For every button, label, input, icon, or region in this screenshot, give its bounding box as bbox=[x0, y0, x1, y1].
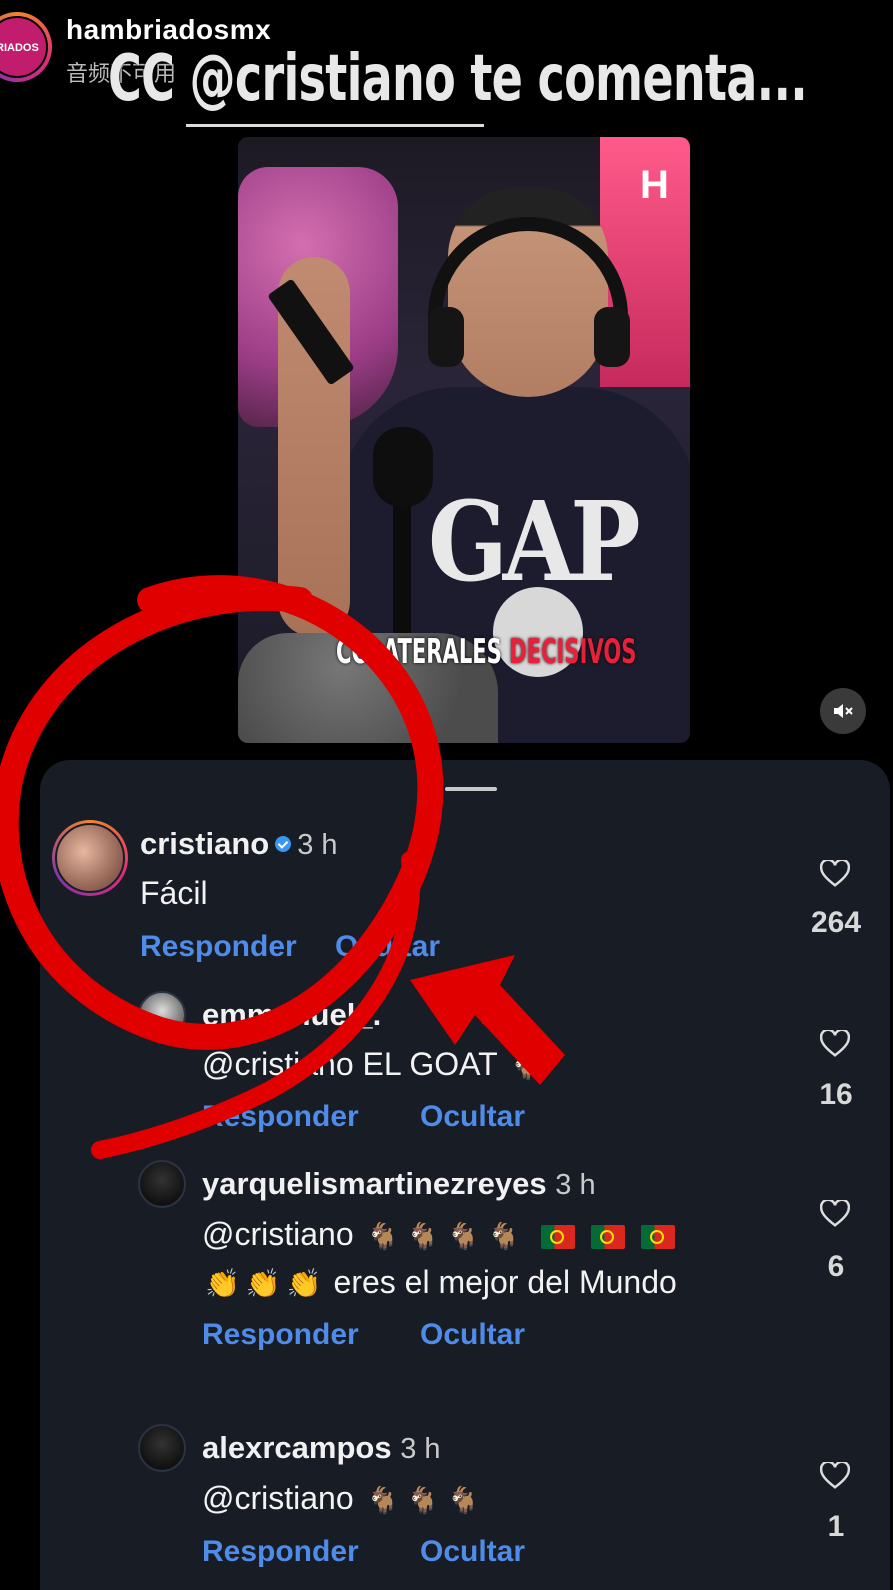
reply-button[interactable]: Responder bbox=[202, 1318, 359, 1352]
goat-emoji: 🐐 bbox=[447, 1485, 480, 1515]
comment-text-line2: 👏 👏 👏 eres el mejor del Mundo bbox=[202, 1264, 677, 1301]
comment-time: 3 h bbox=[400, 1433, 441, 1465]
hide-button[interactable]: Ocultar bbox=[420, 1318, 525, 1352]
sheet-drag-handle[interactable] bbox=[445, 787, 497, 791]
heart-outline-icon[interactable] bbox=[820, 1462, 850, 1490]
headphone-left bbox=[428, 307, 464, 367]
comment-time: 3 h bbox=[297, 829, 338, 861]
comment-username-row: yarquelismartinezreyes 3 h bbox=[202, 1166, 596, 1202]
hide-button[interactable]: Ocultar bbox=[420, 1535, 525, 1569]
comment-text-line1: @cristiano 🐐 🐐 🐐 🐐 bbox=[202, 1216, 683, 1253]
comment-time: 3 h bbox=[555, 1169, 596, 1201]
goat-emoji: 🐐 bbox=[487, 1221, 521, 1251]
clapping-hands-emoji: 👏 bbox=[286, 1268, 322, 1299]
goat-emoji: 🐐 bbox=[406, 1485, 440, 1515]
speaker-muted-icon bbox=[834, 704, 853, 718]
comment-avatar[interactable] bbox=[138, 991, 186, 1039]
comment-mention[interactable]: @cristiano bbox=[202, 1216, 354, 1252]
goat-emoji: 🐐 bbox=[366, 1485, 399, 1515]
avatar-logo-text: RIADOS bbox=[0, 42, 39, 54]
reply-button[interactable]: Responder bbox=[140, 930, 297, 964]
headline-mention-underline bbox=[186, 124, 484, 127]
comment-username[interactable]: cristiano bbox=[140, 826, 269, 861]
like-count: 16 bbox=[819, 1078, 853, 1111]
caption-word-2: DECISIVOS bbox=[509, 632, 637, 672]
microphone bbox=[373, 427, 433, 507]
story-avatar[interactable]: RIADOS bbox=[0, 12, 52, 82]
comment-text-body: @cristiano EL GOAT bbox=[202, 1046, 498, 1082]
comment-avatar[interactable] bbox=[52, 820, 128, 896]
portugal-flag-emoji bbox=[590, 1224, 625, 1249]
comment-username[interactable]: alexrcampos bbox=[202, 1430, 392, 1465]
hide-button[interactable]: Ocultar bbox=[335, 930, 440, 964]
hide-button[interactable]: Ocultar bbox=[420, 1100, 525, 1134]
goat-emoji: 🐐 bbox=[366, 1221, 399, 1251]
comment-text: @cristiano 🐐 🐐 🐐 bbox=[202, 1480, 484, 1517]
heart-outline-icon[interactable] bbox=[820, 1030, 850, 1058]
comment-text: Fácil bbox=[140, 875, 208, 911]
reply-button[interactable]: Responder bbox=[202, 1100, 359, 1134]
like-count: 6 bbox=[827, 1250, 845, 1283]
comment-text: @cristiano EL GOAT 🐐 bbox=[202, 1046, 546, 1083]
like-count: 264 bbox=[810, 906, 862, 939]
comment-avatar[interactable] bbox=[138, 1424, 186, 1472]
goat-emoji: 🐐 bbox=[406, 1221, 440, 1251]
caption-word-1: COLATERALES bbox=[336, 632, 502, 672]
story-headline: CC @cristiano te comenta... bbox=[108, 42, 808, 116]
comment-time: 3 h bbox=[479, 1000, 521, 1032]
comment-username-row: alexrcampos 3 h bbox=[202, 1430, 441, 1466]
heart-outline-icon[interactable] bbox=[820, 860, 850, 888]
goat-emoji: 🐐 bbox=[447, 1221, 480, 1251]
comment-text-body: eres el mejor del Mundo bbox=[333, 1264, 677, 1300]
portugal-flag-emoji bbox=[540, 1224, 575, 1249]
mute-button[interactable] bbox=[820, 688, 866, 734]
goat-emoji: 🐐 bbox=[509, 1051, 543, 1081]
comment-username-row: emmanuel_. 3 h bbox=[202, 997, 520, 1033]
like-count: 1 bbox=[827, 1510, 845, 1543]
headphone-right bbox=[594, 307, 630, 367]
video-player[interactable]: H GAP COLATERALES DECISIVOS bbox=[238, 137, 690, 743]
comment-username[interactable]: emmanuel_. bbox=[202, 997, 381, 1032]
portugal-flag-emoji bbox=[640, 1224, 675, 1249]
comment-avatar[interactable] bbox=[138, 1160, 186, 1208]
heart-outline-icon[interactable] bbox=[820, 1200, 850, 1228]
clapping-hands-emoji: 👏 bbox=[245, 1268, 281, 1299]
comment-username[interactable]: yarquelismartinezreyes bbox=[202, 1166, 547, 1201]
verified-badge-icon bbox=[275, 835, 292, 852]
clapping-hands-emoji: 👏 bbox=[205, 1268, 240, 1299]
video-caption: COLATERALES DECISIVOS bbox=[336, 632, 636, 672]
comment-username-row: cristiano 3 h bbox=[140, 826, 338, 862]
comment-mention[interactable]: @cristiano bbox=[202, 1480, 354, 1516]
reply-button[interactable]: Responder bbox=[202, 1535, 359, 1569]
